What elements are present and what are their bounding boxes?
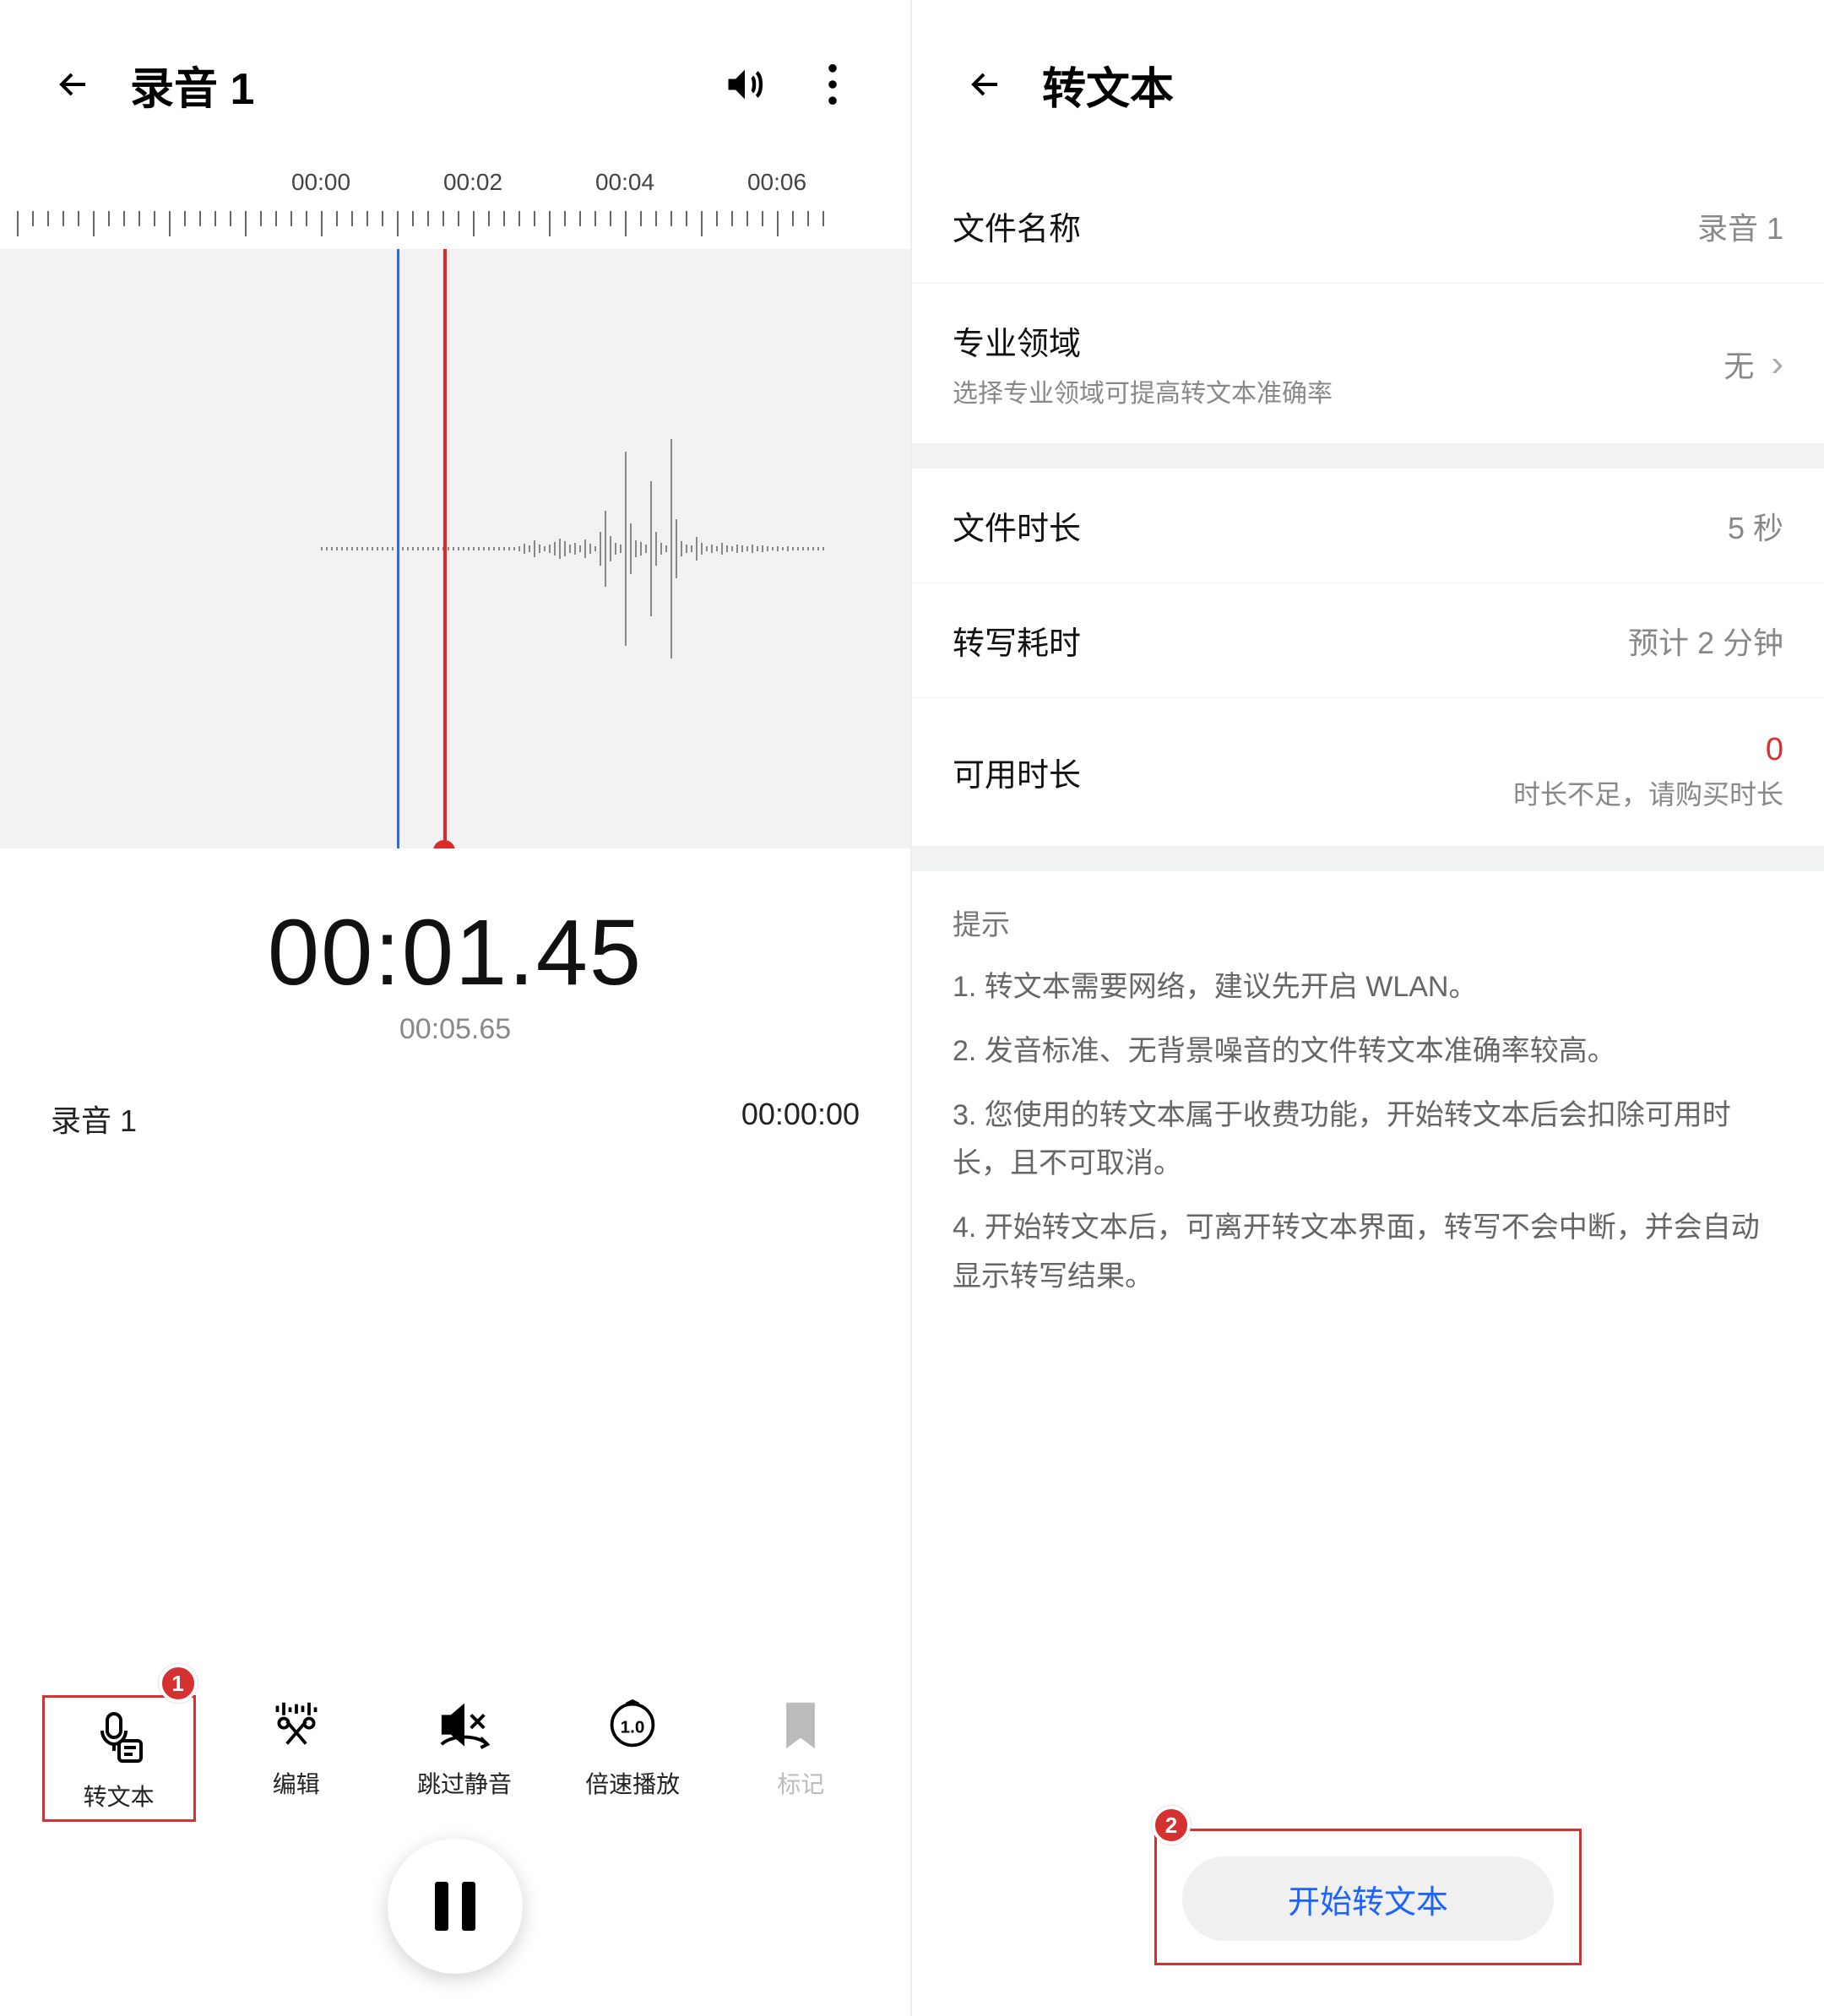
chevron-right-icon: › xyxy=(1771,343,1783,385)
tip-text: 3. 您使用的转文本属于收费功能，开始转文本后会扣除可用时长，且不可取消。 xyxy=(953,1092,1783,1190)
more-button[interactable] xyxy=(806,57,860,111)
file-name-value: 录音 1 xyxy=(1697,204,1783,248)
recording-title: 录音 1 xyxy=(130,53,254,117)
time-display: 00:01.45 00:05.65 xyxy=(0,899,910,1046)
available-sub: 时长不足，请购买时长 xyxy=(1513,773,1783,812)
waveform-area[interactable] xyxy=(0,249,910,848)
step-badge-1: 1 xyxy=(159,1664,198,1703)
transcribe-header: 转文本 xyxy=(912,0,1824,169)
available-label: 可用时长 xyxy=(953,749,1081,795)
edit-icon xyxy=(267,1695,326,1754)
start-button-label: 开始转文本 xyxy=(1288,1876,1448,1922)
speed-button[interactable]: 1.0 倍速播放 xyxy=(565,1695,700,1822)
duration-value: 5 秒 xyxy=(1728,504,1783,548)
time-label: 00:02 xyxy=(443,169,502,196)
current-time: 00:01.45 xyxy=(0,899,910,1006)
transcribe-icon xyxy=(90,1708,149,1767)
recording-info-row: 录音 1 00:00:00 xyxy=(0,1046,910,1141)
skip-silence-button[interactable]: 跳过静音 xyxy=(397,1695,532,1822)
tip-text: 4. 开始转文本后，可离开转文本界面，转写不会中断，并会自动显示转写结果。 xyxy=(953,1204,1783,1302)
back-button[interactable] xyxy=(51,62,96,107)
skip-silence-label: 跳过静音 xyxy=(417,1766,512,1800)
speaker-icon xyxy=(723,62,767,106)
skip-silence-icon xyxy=(435,1695,494,1754)
pause-icon xyxy=(435,1882,475,1931)
mark-button: 标记 xyxy=(733,1695,868,1822)
speed-label: 倍速播放 xyxy=(585,1766,680,1800)
timeline-labels: 00:00 00:02 00:04 00:06 xyxy=(0,169,910,211)
transcribe-time-value: 预计 2 分钟 xyxy=(1628,619,1783,663)
file-name-row: 文件名称 录音 1 xyxy=(912,169,1824,284)
transcribe-button[interactable]: 转文本 xyxy=(52,1708,187,1813)
start-highlight: 2 开始转文本 xyxy=(1154,1829,1582,1965)
arrow-left-icon xyxy=(965,64,1006,105)
speaker-button[interactable] xyxy=(718,57,772,111)
back-button[interactable] xyxy=(963,62,1008,107)
bookmark-icon xyxy=(771,1695,830,1754)
timeline-ruler[interactable] xyxy=(0,211,910,249)
total-time: 00:05.65 xyxy=(0,1013,910,1046)
time-label: 00:00 xyxy=(291,169,350,196)
tips-section: 提示 1. 转文本需要网络，建议先开启 WLAN。 2. 发音标准、无背景噪音的… xyxy=(912,871,1824,1347)
svg-text:1.0: 1.0 xyxy=(621,1717,645,1737)
step-badge-2: 2 xyxy=(1152,1806,1191,1845)
player-pane: 录音 1 00:00 00:02 00:04 00:06 00:01.45 00… xyxy=(0,0,912,2016)
domain-sub: 选择专业领域可提高转文本准确率 xyxy=(953,372,1333,409)
kebab-icon xyxy=(828,64,838,105)
available-row: 可用时长 0 时长不足，请购买时长 xyxy=(912,698,1824,846)
available-value: 0 xyxy=(1513,732,1783,768)
cursor-line xyxy=(397,249,399,848)
domain-value: 无 xyxy=(1724,342,1754,386)
transcribe-highlight: 1 转文本 xyxy=(42,1695,196,1822)
speed-icon: 1.0 xyxy=(603,1695,662,1754)
start-transcribe-button[interactable]: 开始转文本 xyxy=(1182,1856,1554,1941)
transcribe-time-row: 转写耗时 预计 2 分钟 xyxy=(912,583,1824,698)
transcribe-label: 转文本 xyxy=(84,1779,155,1813)
tip-text: 2. 发音标准、无背景噪音的文件转文本准确率较高。 xyxy=(953,1027,1783,1076)
transcribe-pane: 转文本 文件名称 录音 1 专业领域 选择专业领域可提高转文本准确率 无 › 文… xyxy=(912,0,1824,2016)
time-label: 00:06 xyxy=(747,169,806,196)
mark-label: 标记 xyxy=(777,1766,824,1800)
duration-label: 文件时长 xyxy=(953,502,1081,549)
time-label: 00:04 xyxy=(595,169,654,196)
transcribe-title: 转文本 xyxy=(1042,53,1174,117)
arrow-left-icon xyxy=(53,64,94,105)
recording-name: 录音 1 xyxy=(51,1097,137,1141)
toolbar: 1 转文本 编辑 跳过静音 xyxy=(0,1695,910,1822)
tips-header: 提示 xyxy=(953,902,1783,943)
playhead-dot[interactable] xyxy=(433,840,455,848)
edit-label: 编辑 xyxy=(273,1766,320,1800)
domain-row[interactable]: 专业领域 选择专业领域可提高转文本准确率 无 › xyxy=(912,284,1824,443)
domain-label: 专业领域 xyxy=(953,317,1333,364)
transcribe-time-label: 转写耗时 xyxy=(953,617,1081,664)
recording-timestamp: 00:00:00 xyxy=(741,1097,860,1141)
duration-row: 文件时长 5 秒 xyxy=(912,469,1824,583)
file-name-label: 文件名称 xyxy=(953,203,1081,249)
playhead-line[interactable] xyxy=(443,249,447,848)
pause-button[interactable] xyxy=(388,1839,523,1974)
tip-text: 1. 转文本需要网络，建议先开启 WLAN。 xyxy=(953,963,1783,1012)
edit-button[interactable]: 编辑 xyxy=(229,1695,364,1822)
player-header: 录音 1 xyxy=(0,0,910,169)
